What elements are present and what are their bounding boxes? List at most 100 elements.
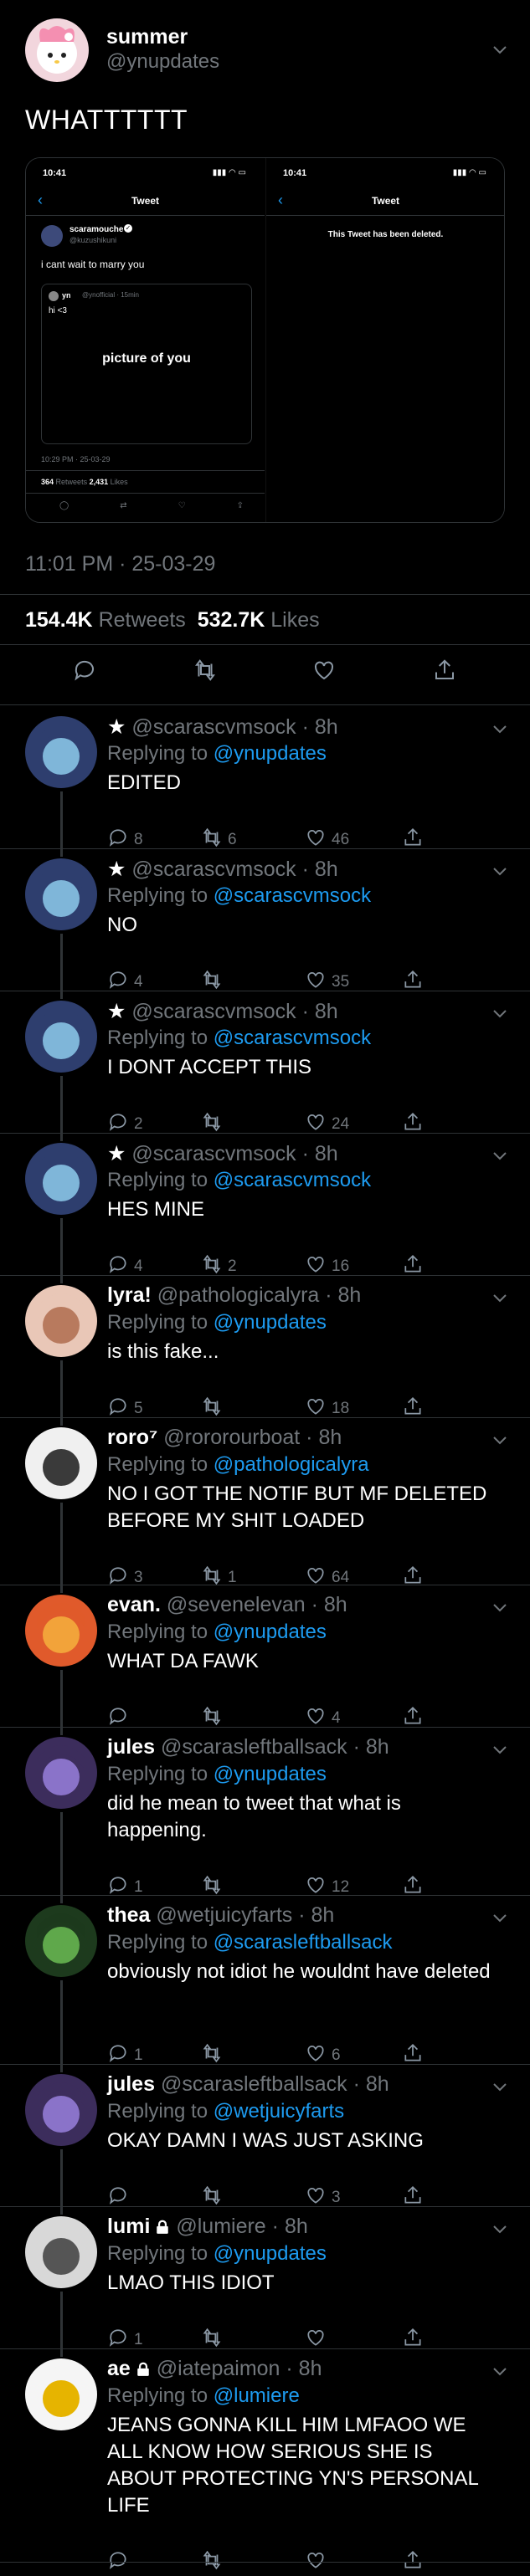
- replying-to: Replying to @ynupdates: [107, 1763, 327, 1785]
- like-count[interactable]: 532.7K: [198, 608, 265, 632]
- reply-tweet[interactable]: jules @scarasleftballsack · 8h Replying …: [0, 2072, 530, 2215]
- avatar[interactable]: [25, 18, 89, 82]
- reply-tweet[interactable]: lumi @lumiere · 8h Replying to @ynupdate…: [0, 2215, 530, 2357]
- chevron-down-icon[interactable]: [493, 723, 507, 734]
- avatar[interactable]: [25, 1143, 97, 1215]
- chevron-down-icon[interactable]: [493, 2223, 507, 2234]
- thread-line: [60, 1980, 63, 2072]
- reply-tweet[interactable]: jules @scarasleftballsack · 8h Replying …: [0, 1735, 530, 1903]
- chevron-down-icon[interactable]: [493, 1601, 507, 1612]
- author-handle[interactable]: @scarascvmsock: [131, 715, 296, 739]
- author-name[interactable]: lyra!: [107, 1283, 152, 1307]
- screen-title: Tweet: [131, 195, 160, 207]
- avatar[interactable]: [25, 1737, 97, 1809]
- author-handle[interactable]: @ynupdates: [106, 50, 219, 74]
- reply-tweet[interactable]: ★ @scarascvmsock · 8h Replying to @scara…: [0, 1141, 530, 1283]
- reply-tweet[interactable]: ae @iatepaimon · 8h Replying to @lumiere…: [0, 2357, 530, 2570]
- retweet-button[interactable]: [201, 2550, 228, 2574]
- mention-link[interactable]: @scarasleftballsack: [214, 1931, 393, 1954]
- mention-link[interactable]: @ynupdates: [214, 1763, 327, 1785]
- chevron-down-icon[interactable]: [493, 865, 507, 876]
- like-button[interactable]: [305, 2551, 332, 2574]
- author-handle[interactable]: @rororourboat: [163, 1426, 300, 1449]
- chevron-down-icon[interactable]: [493, 44, 507, 54]
- chevron-down-icon[interactable]: [493, 1912, 507, 1923]
- author-handle[interactable]: @iatepaimon: [157, 2357, 280, 2380]
- share-button[interactable]: [402, 1566, 429, 1590]
- avatar[interactable]: [25, 1285, 97, 1357]
- author-handle[interactable]: @sevenelevan: [167, 1593, 306, 1616]
- author-handle[interactable]: @scarascvmsock: [131, 858, 296, 881]
- reply-tweet[interactable]: ★ @scarascvmsock · 8h Replying to @ynupd…: [0, 714, 530, 857]
- chevron-down-icon[interactable]: [493, 1292, 507, 1303]
- replying-to: Replying to @wetjuicyfarts: [107, 2100, 345, 2123]
- reply-actions: 3: [107, 2185, 442, 2211]
- avatar[interactable]: [25, 716, 97, 788]
- author-name[interactable]: ae: [107, 2357, 131, 2380]
- author-handle[interactable]: @scarasleftballsack: [161, 1735, 347, 1759]
- reply-tweet[interactable]: ★ @scarascvmsock · 8h Replying to @scara…: [0, 999, 530, 1141]
- reply-text: WHAT DA FAWK: [107, 1650, 259, 1672]
- mention-link[interactable]: @scarascvmsock: [214, 1169, 371, 1191]
- comment-icon: [107, 1705, 134, 1732]
- author-name[interactable]: jules: [107, 1735, 155, 1759]
- mention-link[interactable]: @ynupdates: [214, 1621, 327, 1643]
- chevron-down-icon[interactable]: [493, 2081, 507, 2092]
- chevron-down-icon[interactable]: [493, 1744, 507, 1754]
- comment-button[interactable]: [107, 2551, 134, 2574]
- reply-tweet[interactable]: ★ @scarascvmsock · 8h Replying to @scara…: [0, 857, 530, 999]
- heart-icon[interactable]: [311, 658, 342, 688]
- mention-link[interactable]: @ynupdates: [214, 2242, 327, 2265]
- avatar[interactable]: [25, 1001, 97, 1073]
- reply-tweet[interactable]: roro⁷ @rororourboat · 8h Replying to @pa…: [0, 1426, 530, 1593]
- reply-tweet[interactable]: evan. @sevenelevan · 8h Replying to @ynu…: [0, 1593, 530, 1735]
- avatar[interactable]: [25, 1427, 97, 1499]
- author-name[interactable]: evan.: [107, 1593, 161, 1616]
- avatar[interactable]: [25, 2216, 97, 2288]
- comment-icon[interactable]: [72, 658, 102, 688]
- retweet-icon[interactable]: [193, 658, 223, 688]
- mention-link[interactable]: @wetjuicyfarts: [214, 2100, 344, 2123]
- reply-tweet[interactable]: thea @wetjuicyfarts · 8h Replying to @sc…: [0, 1903, 530, 2072]
- avatar[interactable]: [25, 1595, 97, 1667]
- chevron-down-icon[interactable]: [493, 1434, 507, 1445]
- retweet-count[interactable]: 154.4K: [25, 608, 93, 632]
- author-name[interactable]: jules: [107, 2072, 155, 2096]
- like-button[interactable]: 64: [305, 1566, 349, 1590]
- author-handle[interactable]: @pathologicalyra: [157, 1283, 320, 1307]
- reply-text: NO: [107, 914, 137, 936]
- mention-link[interactable]: @scarascvmsock: [214, 1027, 371, 1049]
- author-name[interactable]: summer: [106, 25, 188, 49]
- reply-time: 8h: [314, 715, 338, 739]
- retweet-button[interactable]: 1: [201, 1565, 237, 1590]
- author-handle[interactable]: @lumiere: [176, 2215, 265, 2238]
- avatar[interactable]: [25, 858, 97, 930]
- comment-button[interactable]: 3: [107, 1566, 143, 1590]
- author-handle[interactable]: @scarascvmsock: [131, 1142, 296, 1165]
- author-handle[interactable]: @scarasleftballsack: [161, 2072, 347, 2096]
- share-icon[interactable]: [432, 658, 462, 688]
- share-icon: [402, 969, 429, 996]
- mention-link[interactable]: @ynupdates: [214, 742, 327, 765]
- mention-link[interactable]: @scarascvmsock: [214, 884, 371, 907]
- mention-link[interactable]: @lumiere: [214, 2384, 300, 2407]
- mention-link[interactable]: @pathologicalyra: [214, 1453, 369, 1476]
- author-name[interactable]: roro⁷: [107, 1426, 157, 1449]
- avatar[interactable]: [25, 2358, 97, 2430]
- reply-time: 8h: [314, 858, 338, 881]
- avatar[interactable]: [25, 1905, 97, 1977]
- avatar[interactable]: [25, 2074, 97, 2146]
- reply-tweet[interactable]: lyra! @pathologicalyra · 8h Replying to …: [0, 1283, 530, 1426]
- tweet-media[interactable]: 10:41 ▮▮▮ ◠ ▭ ‹ Tweet scaramouche ✓ @kuz…: [25, 157, 505, 523]
- author-handle[interactable]: @scarascvmsock: [131, 1000, 296, 1023]
- author-name[interactable]: thea: [107, 1903, 150, 1927]
- chevron-down-icon[interactable]: [493, 2365, 507, 2376]
- mention-link[interactable]: @ynupdates: [214, 1311, 327, 1334]
- share-button[interactable]: [402, 2551, 429, 2574]
- reply-actions: 4 2 16: [107, 1254, 442, 1280]
- chevron-down-icon[interactable]: [493, 1007, 507, 1018]
- author-handle[interactable]: @wetjuicyfarts: [156, 1903, 292, 1927]
- chevron-down-icon[interactable]: [493, 1150, 507, 1160]
- author-name[interactable]: lumi: [107, 2215, 150, 2238]
- status-icons: ▮▮▮ ◠ ▭: [212, 168, 246, 177]
